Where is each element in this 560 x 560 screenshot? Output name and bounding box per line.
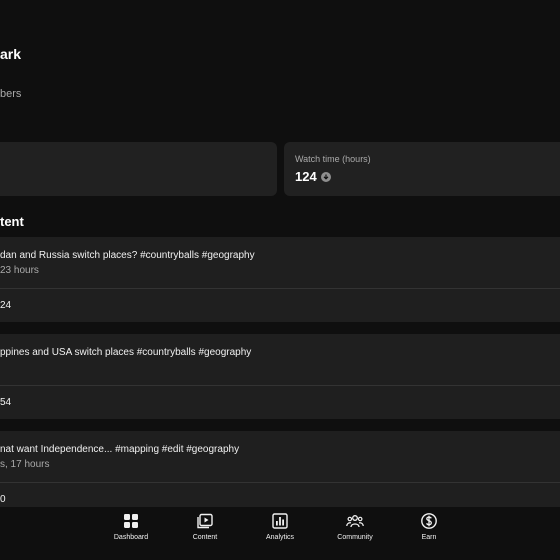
watch-time-value-row: 124 [295, 169, 331, 184]
video-title: dan and Russia switch places? #countryba… [0, 250, 255, 261]
section-title: tent [0, 214, 24, 229]
watch-time-value: 124 [295, 169, 317, 184]
nav-label-content: Content [192, 534, 218, 541]
watch-time-label: Watch time (hours) [295, 154, 371, 164]
studio-page: ark bers Watch time (hours) 124 tent dan… [0, 0, 560, 560]
nav-item-content[interactable]: Content [175, 512, 235, 541]
nav-item-analytics[interactable]: Analytics [250, 512, 310, 541]
video-stat-value: 54 [0, 397, 12, 408]
video-card[interactable]: nat want Independence... #mapping #edit … [0, 431, 560, 516]
content-icon [197, 513, 213, 529]
nav-label-dashboard: Dashboard [113, 534, 149, 541]
video-card-header[interactable]: dan and Russia switch places? #countryba… [0, 237, 560, 289]
video-meta: s, 17 hours [0, 459, 50, 470]
nav-label-earn: Earn [421, 534, 437, 541]
stat-card-left[interactable] [0, 142, 277, 196]
nav-item-community[interactable]: Community [325, 512, 385, 541]
community-icon [346, 515, 364, 528]
video-card[interactable]: ppines and USA switch places #countrybal… [0, 334, 560, 419]
arrow-down-icon [320, 171, 331, 182]
channel-name: ark [0, 46, 22, 62]
nav-label-analytics: Analytics [265, 534, 294, 541]
video-meta: 23 hours [0, 265, 39, 276]
analytics-icon [272, 513, 288, 529]
nav-item-dashboard[interactable]: Dashboard [101, 512, 161, 541]
video-stat-value: 24 [0, 300, 12, 311]
video-card-header[interactable]: ppines and USA switch places #countrybal… [0, 334, 560, 386]
video-title: ppines and USA switch places #countrybal… [0, 347, 252, 358]
watch-time-card[interactable]: Watch time (hours) 124 [284, 142, 560, 196]
nav-label-community: Community [337, 534, 373, 541]
earn-icon [421, 513, 437, 529]
video-stat-value: 0 [0, 494, 6, 505]
video-card[interactable]: dan and Russia switch places? #countryba… [0, 237, 560, 322]
video-card-header[interactable]: nat want Independence... #mapping #edit … [0, 431, 560, 483]
nav-item-earn[interactable]: Earn [399, 512, 459, 541]
channel-subscribers: bers [0, 88, 22, 100]
video-card-stats: 24 [0, 289, 560, 322]
video-title: nat want Independence... #mapping #edit … [0, 444, 240, 455]
dashboard-icon [124, 514, 138, 528]
video-card-stats: 54 [0, 386, 560, 419]
bottom-navigation: Dashboard Content Analytics Community Ea… [0, 507, 560, 560]
